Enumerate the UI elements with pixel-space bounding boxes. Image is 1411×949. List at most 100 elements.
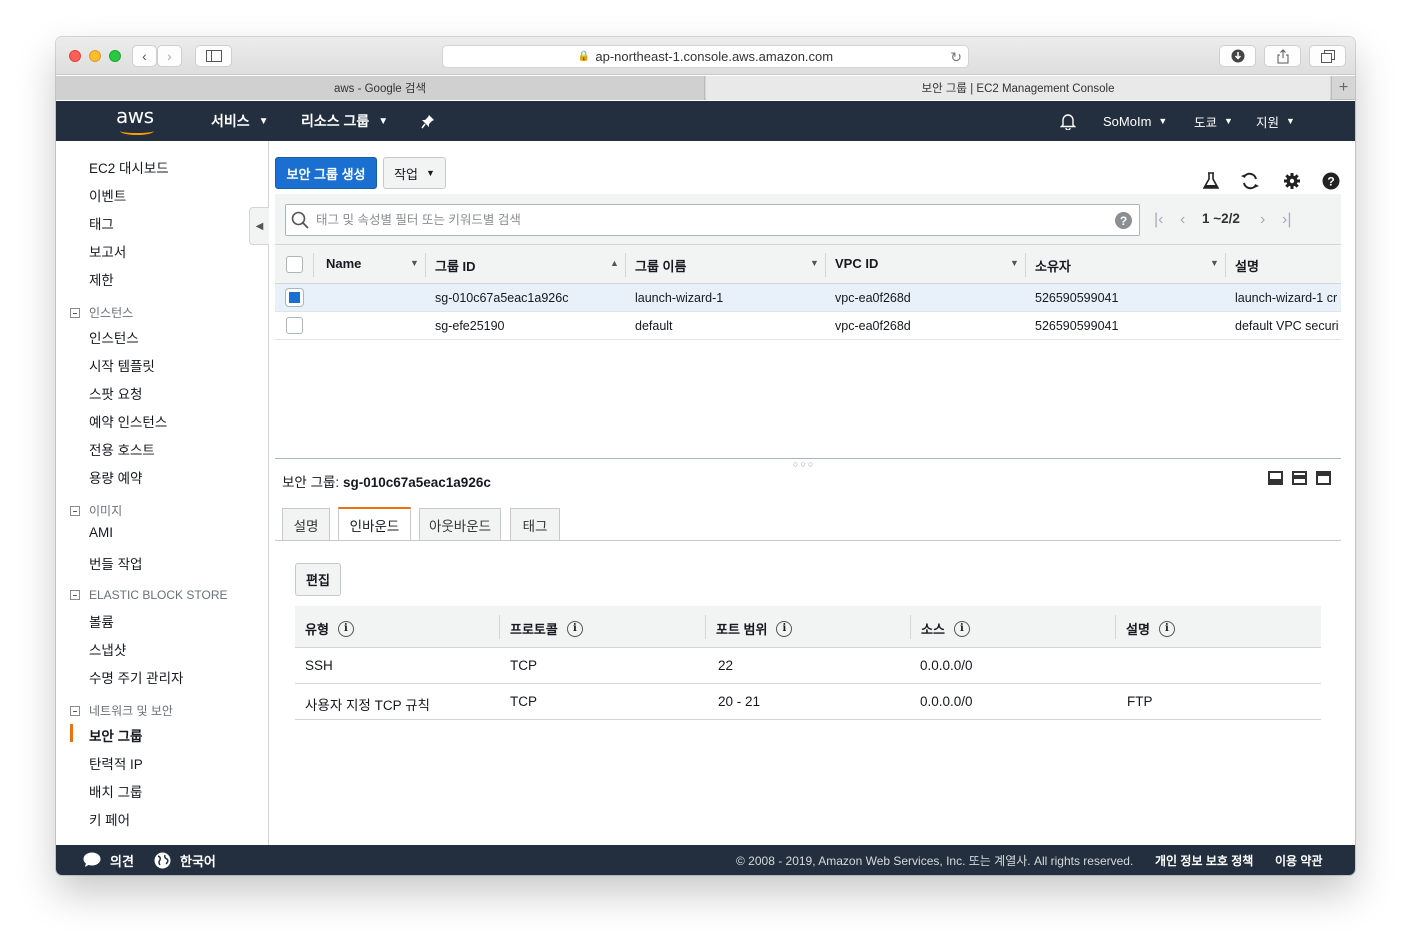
sidebar-item-launch-templates[interactable]: 시작 템플릿 [89, 355, 155, 375]
layout-split-icon[interactable] [1292, 471, 1307, 485]
tab-tags[interactable]: 태그 [510, 508, 560, 540]
first-page-button[interactable]: |‹ [1154, 211, 1163, 229]
resource-groups-menu[interactable]: 리소스 그룹 ▼ [301, 101, 388, 141]
cell-source: 0.0.0.0/0 [920, 694, 973, 709]
sidebar-item-capacity-reservations[interactable]: 용량 예약 [89, 467, 142, 487]
back-button[interactable]: ‹ [132, 45, 157, 67]
sidebar-toggle-button[interactable] [195, 45, 232, 67]
sidebar-item-key-pairs[interactable]: 키 페어 [89, 809, 130, 829]
info-icon[interactable]: i [776, 620, 793, 637]
sidebar-item-snapshots[interactable]: 스냅샷 [89, 639, 126, 659]
sort-down-icon[interactable]: ▼ [810, 258, 819, 268]
table-row[interactable]: sg-efe25190 default vpc-ea0f268d 5265905… [275, 312, 1341, 340]
sort-down-icon[interactable]: ▼ [1010, 258, 1019, 268]
section-title: 인스턴스 [89, 306, 134, 320]
address-bar[interactable]: 🔒 ap-northeast-1.console.aws.amazon.com … [442, 45, 969, 68]
collapse-icon [70, 590, 80, 600]
sidebar-item-instances[interactable]: 인스턴스 [89, 327, 139, 347]
sidebar-item-security-groups[interactable]: 보안 그룹 [89, 725, 142, 745]
sidebar-item-ami[interactable]: AMI [89, 525, 113, 540]
row-checkbox[interactable] [286, 289, 303, 306]
sidebar-item-elastic-ips[interactable]: 탄력적 IP [89, 753, 143, 773]
resize-grip-icon[interactable]: ○○○ [793, 459, 815, 469]
sort-up-icon[interactable]: ▲ [610, 258, 619, 268]
help-button[interactable]: ? [1321, 171, 1341, 191]
table-row[interactable]: sg-010c67a5eac1a926c launch-wizard-1 vpc… [275, 284, 1341, 312]
search-input[interactable] [316, 210, 1106, 230]
column-header-name[interactable]: Name [326, 256, 361, 271]
sidebar-item-dedicated-hosts[interactable]: 전용 호스트 [89, 439, 155, 459]
cell-description: FTP [1127, 694, 1153, 709]
sidebar-item-reports[interactable]: 보고서 [89, 241, 126, 261]
new-tab-button[interactable]: + [1331, 76, 1355, 100]
sidebar-section-instances[interactable]: 인스턴스 [70, 304, 133, 321]
tab-description[interactable]: 설명 [282, 508, 330, 540]
services-menu[interactable]: 서비스 ▼ [211, 101, 269, 141]
info-icon[interactable]: i [566, 620, 583, 637]
info-icon[interactable]: i [337, 620, 354, 637]
tab-inbound[interactable]: 인바운드 [338, 507, 411, 541]
sort-down-icon[interactable]: ▼ [410, 258, 419, 268]
info-icon[interactable]: i [953, 620, 970, 637]
privacy-policy-link[interactable]: 개인 정보 보호 정책 [1155, 845, 1253, 875]
sidebar-item-events[interactable]: 이벤트 [89, 185, 126, 205]
aws-logo[interactable]: aws [116, 104, 160, 136]
sidebar-item-reserved-instances[interactable]: 예약 인스턴스 [89, 411, 167, 431]
zoom-window-button[interactable] [109, 50, 121, 62]
sidebar-item-limits[interactable]: 제한 [89, 269, 114, 289]
user-menu[interactable]: SoMoIm ▼ [1103, 101, 1167, 141]
search-help-icon[interactable]: ? [1115, 212, 1132, 229]
reload-icon[interactable]: ↻ [950, 49, 962, 66]
language-selector[interactable]: 한국어 [154, 845, 216, 875]
tabs-overview-button[interactable] [1309, 45, 1346, 67]
sidebar-section-network-security[interactable]: 네트워크 및 보안 [70, 702, 173, 719]
sidebar-item-placement-groups[interactable]: 배치 그룹 [89, 781, 142, 801]
sidebar-item-spot-requests[interactable]: 스팟 요청 [89, 383, 142, 403]
row-checkbox[interactable] [286, 317, 303, 334]
sidebar-section-images[interactable]: 이미지 [70, 502, 122, 519]
info-icon[interactable]: i [1158, 620, 1175, 637]
column-header-group-id[interactable]: 그룹 ID [435, 256, 476, 275]
terms-link[interactable]: 이용 약관 [1275, 845, 1323, 875]
sidebar-item-dashboard[interactable]: EC2 대시보드 [89, 157, 169, 177]
sidebar-item-volumes[interactable]: 볼륨 [89, 611, 114, 631]
layout-full-icon[interactable] [1316, 471, 1331, 485]
flask-button[interactable] [1201, 171, 1221, 191]
refresh-button[interactable] [1240, 171, 1260, 191]
create-security-group-button[interactable]: 보안 그룹 생성 [275, 157, 377, 189]
sidebar-item-lifecycle-manager[interactable]: 수명 주기 관리자 [89, 667, 183, 687]
last-page-button[interactable]: ›| [1282, 211, 1291, 229]
sidebar-collapse-button[interactable]: ◀ [249, 207, 269, 245]
close-window-button[interactable] [69, 50, 81, 62]
forward-button[interactable]: › [157, 45, 182, 67]
layout-bottom-icon[interactable] [1268, 471, 1283, 485]
console-footer: 의견 한국어 © 2008 - 2019, Amazon Web Service… [56, 845, 1355, 875]
column-header-group-name[interactable]: 그룹 이름 [635, 256, 686, 275]
settings-button[interactable] [1282, 171, 1302, 191]
sidebar-section-ebs[interactable]: ELASTIC BLOCK STORE [70, 588, 228, 602]
search-icon [291, 211, 309, 229]
edit-rules-button[interactable]: 편집 [295, 563, 341, 596]
filter-search-box[interactable]: ? [285, 204, 1140, 236]
column-header-owner[interactable]: 소유자 [1035, 256, 1071, 275]
share-button[interactable] [1264, 45, 1301, 67]
browser-tab-google[interactable]: aws - Google 검색 [56, 76, 705, 100]
notifications-button[interactable] [1060, 101, 1076, 141]
select-all-checkbox[interactable] [286, 256, 303, 273]
tab-outbound[interactable]: 아웃바운드 [419, 508, 501, 540]
pin-button[interactable] [421, 101, 435, 141]
actions-button[interactable]: 작업 ▼ [383, 157, 446, 189]
browser-tab-ec2[interactable]: 보안 그룹 | EC2 Management Console [706, 76, 1330, 100]
minimize-window-button[interactable] [89, 50, 101, 62]
downloads-button[interactable] [1219, 45, 1256, 67]
sort-down-icon[interactable]: ▼ [1210, 258, 1219, 268]
column-header-description[interactable]: 설명 [1235, 256, 1259, 275]
feedback-link[interactable]: 의견 [83, 845, 134, 875]
next-page-button[interactable]: › [1260, 211, 1265, 229]
support-menu[interactable]: 지원 ▼ [1256, 101, 1295, 141]
prev-page-button[interactable]: ‹ [1180, 211, 1185, 229]
column-header-vpc-id[interactable]: VPC ID [835, 256, 878, 271]
region-menu[interactable]: 도쿄 ▼ [1194, 101, 1233, 141]
sidebar-item-tags[interactable]: 태그 [89, 213, 114, 233]
sidebar-item-bundle-tasks[interactable]: 번들 작업 [89, 553, 142, 573]
